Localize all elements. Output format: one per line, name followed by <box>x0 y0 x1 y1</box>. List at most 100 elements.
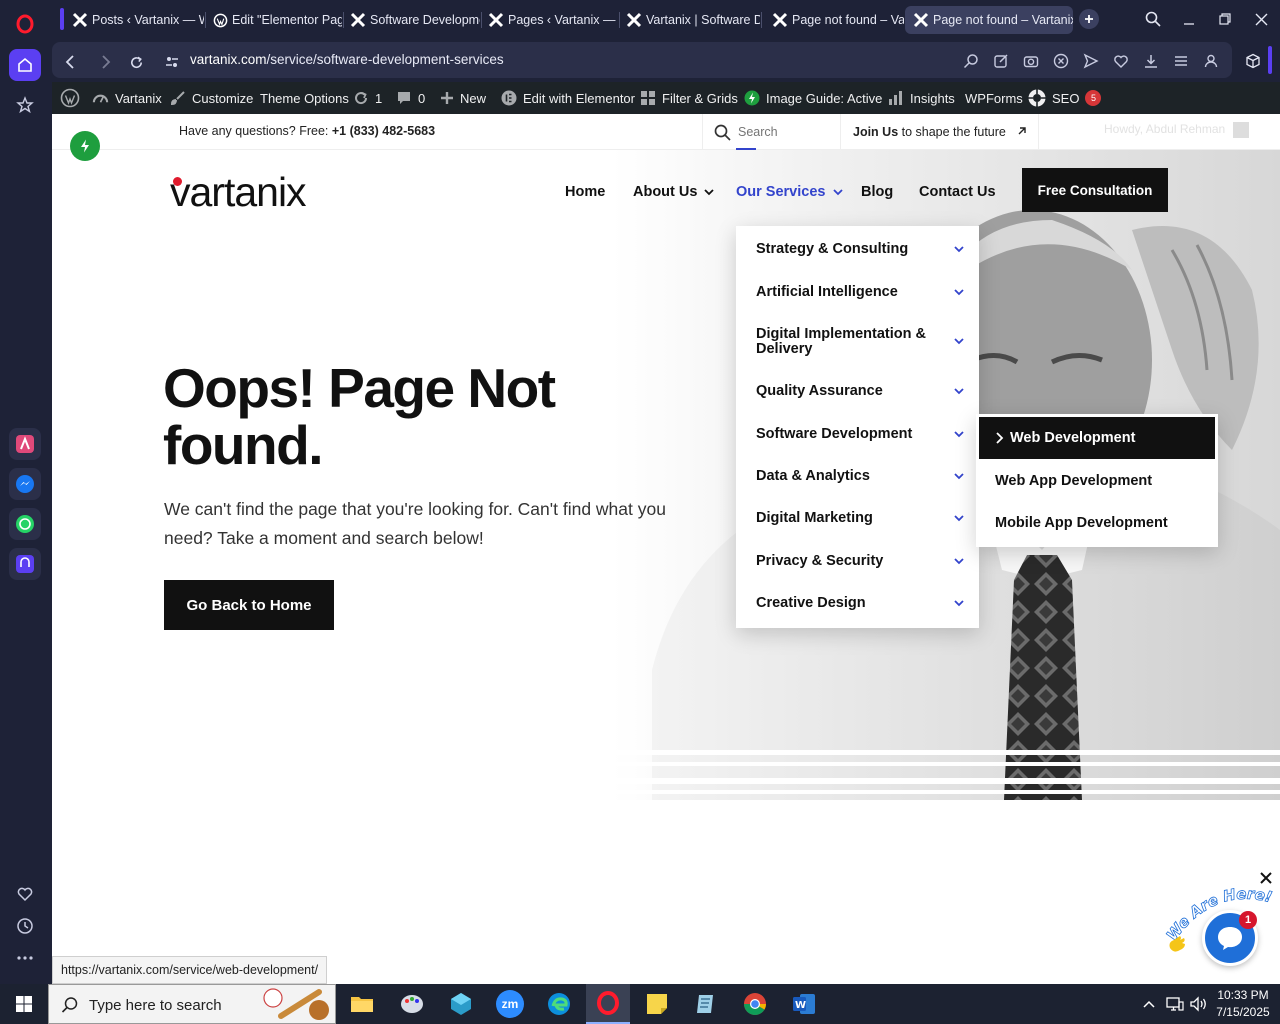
dropdown-item-privacy-security[interactable]: Privacy & Security <box>756 554 966 569</box>
title-line-1: Oops! Page Not <box>163 357 556 419</box>
tab-edit-elementor[interactable]: Edit "Elementor Page <box>204 6 342 34</box>
chevron-down-icon <box>954 558 964 565</box>
image-guide-bolt-icon[interactable] <box>70 131 100 161</box>
ad-block-icon[interactable] <box>1052 52 1070 70</box>
home-icon[interactable] <box>9 49 41 81</box>
baseball-decoration-icon <box>263 988 329 1020</box>
taskbar-search-box[interactable]: Type here to search <box>48 984 336 1024</box>
word-app-icon[interactable]: W <box>790 990 818 1018</box>
bookmark-heart-icon[interactable] <box>1112 52 1130 70</box>
dropdown-item-quality-assurance[interactable]: Quality Assurance <box>756 384 966 399</box>
dropdown-item-artificial-intelligence[interactable]: Artificial Intelligence <box>756 285 966 300</box>
aria-icon[interactable] <box>9 428 41 460</box>
wordpress-logo-icon[interactable] <box>60 82 86 114</box>
new-tab-plus-icon[interactable] <box>1079 9 1099 29</box>
wp-filter-grids-link[interactable]: Filter & Grids <box>640 82 738 114</box>
url-field[interactable]: vartanix.com/service/software-developmen… <box>190 52 504 67</box>
wp-insights-link[interactable]: Insights <box>888 82 955 114</box>
dropdown-item-software-development[interactable]: Software Development <box>756 427 966 442</box>
nav-our-services[interactable]: Our Services <box>736 184 843 200</box>
profile-icon[interactable] <box>1202 52 1220 70</box>
windows-start-icon[interactable] <box>10 990 38 1018</box>
edit-link-icon[interactable] <box>992 52 1010 70</box>
back-icon[interactable] <box>60 52 80 72</box>
wp-comments-link[interactable]: 0 <box>396 82 425 114</box>
dropdown-item-digital-implementation[interactable]: Digital Implementation & Delivery <box>756 327 966 357</box>
submenu-item-mobile-app-development[interactable]: Mobile App Development <box>976 510 1218 536</box>
send-icon[interactable] <box>1082 52 1100 70</box>
submenu-item-web-development[interactable]: Web Development <box>979 417 1215 459</box>
site-info-icon[interactable] <box>162 52 182 72</box>
free-consultation-button[interactable]: Free Consultation <box>1022 168 1168 212</box>
sticky-notes-icon[interactable] <box>643 990 671 1018</box>
forward-icon[interactable] <box>96 52 116 72</box>
dropdown-item-creative-design[interactable]: Creative Design <box>756 596 966 611</box>
easy-setup-icon[interactable] <box>1172 52 1190 70</box>
join-us-link[interactable]: Join Us to shape the future <box>853 125 1027 139</box>
close-window-icon[interactable] <box>1250 8 1272 30</box>
wp-theme-options-link[interactable]: Theme Options <box>260 82 349 114</box>
nav-about[interactable]: About Us <box>633 184 715 200</box>
notepad-icon[interactable] <box>692 990 720 1018</box>
wp-seo-link[interactable]: SEO 5 <box>1028 82 1102 114</box>
dropdown-item-digital-marketing[interactable]: Digital Marketing <box>756 511 966 526</box>
go-back-home-button[interactable]: Go Back to Home <box>164 580 334 630</box>
dropdown-item-strategy-consulting[interactable]: Strategy & Consulting <box>756 242 966 257</box>
tab-title: Page not found – Vartanix <box>933 13 1073 27</box>
extensions-cube-icon[interactable] <box>1244 52 1262 70</box>
reload-icon[interactable] <box>126 52 146 72</box>
nav-blog[interactable]: Blog <box>861 184 893 200</box>
music-player-icon[interactable] <box>9 548 41 580</box>
star-icon[interactable] <box>9 89 41 121</box>
vartanix-logo[interactable]: vartanix <box>170 166 307 218</box>
search-icon[interactable] <box>714 124 731 141</box>
restore-icon[interactable] <box>1214 8 1236 30</box>
network-icon[interactable] <box>1166 996 1184 1012</box>
volume-icon[interactable] <box>1190 996 1208 1012</box>
download-icon[interactable] <box>1142 52 1160 70</box>
opera-logo-icon[interactable] <box>9 8 41 40</box>
find-icon[interactable] <box>962 52 980 70</box>
zoom-app-icon[interactable]: zm <box>496 990 524 1018</box>
strip-divider <box>840 114 841 150</box>
wp-customize-link[interactable]: Customize <box>170 82 253 114</box>
tab-page-not-found[interactable]: Page not found – Va <box>764 6 904 34</box>
dropdown-item-data-analytics[interactable]: Data & Analytics <box>756 469 966 484</box>
tab-pages[interactable]: Pages ‹ Vartanix — W <box>480 6 618 34</box>
wp-edit-elementor-link[interactable]: Edit with Elementor <box>501 82 635 114</box>
bolt-icon <box>744 90 760 106</box>
tab-page-not-found-active[interactable]: Page not found – Vartanix <box>905 6 1073 34</box>
wp-new-link[interactable]: New <box>440 82 486 114</box>
howdy-user[interactable]: Howdy, Abdul Rehman <box>1104 122 1249 138</box>
wp-site-link[interactable]: Vartanix <box>92 82 162 114</box>
tab-software-development[interactable]: Software Developme <box>342 6 480 34</box>
snapshot-camera-icon[interactable] <box>1022 52 1040 70</box>
history-clock-icon[interactable] <box>9 910 41 942</box>
heart-icon[interactable] <box>9 878 41 910</box>
tray-chevron-up-icon[interactable] <box>1142 997 1156 1011</box>
file-explorer-icon[interactable] <box>348 990 376 1018</box>
submenu-item-web-app-development[interactable]: Web App Development <box>976 468 1218 494</box>
search-input[interactable] <box>738 122 838 142</box>
chrome-browser-icon[interactable] <box>741 990 769 1018</box>
paint-app-icon[interactable] <box>398 990 426 1018</box>
tab-vartanix-software[interactable]: Vartanix | Software D <box>618 6 760 34</box>
phone-number[interactable]: +1 (833) 482-5683 <box>332 124 435 138</box>
whatsapp-icon[interactable] <box>9 508 41 540</box>
nav-contact[interactable]: Contact Us <box>919 184 996 200</box>
edge-browser-icon[interactable] <box>545 990 573 1018</box>
3d-app-icon[interactable] <box>447 990 475 1018</box>
minimize-icon[interactable] <box>1178 8 1200 30</box>
wp-image-guide-link[interactable]: Image Guide: Active <box>744 82 882 114</box>
tab-posts[interactable]: Posts ‹ Vartanix — W <box>64 6 204 34</box>
chat-close-icon[interactable] <box>1260 871 1274 885</box>
user-avatar-icon <box>1232 122 1249 138</box>
wp-updates-link[interactable]: 1 <box>353 82 382 114</box>
more-dots-icon[interactable] <box>9 942 41 974</box>
nav-home[interactable]: Home <box>565 184 605 200</box>
tab-search-icon[interactable] <box>1142 8 1164 30</box>
messenger-icon[interactable] <box>9 468 41 500</box>
opera-taskbar-icon[interactable] <box>586 984 630 1024</box>
wp-wpforms-link[interactable]: WPForms <box>965 82 1023 114</box>
taskbar-clock[interactable]: 10:33 PM 7/15/2025 <box>1212 987 1274 1021</box>
